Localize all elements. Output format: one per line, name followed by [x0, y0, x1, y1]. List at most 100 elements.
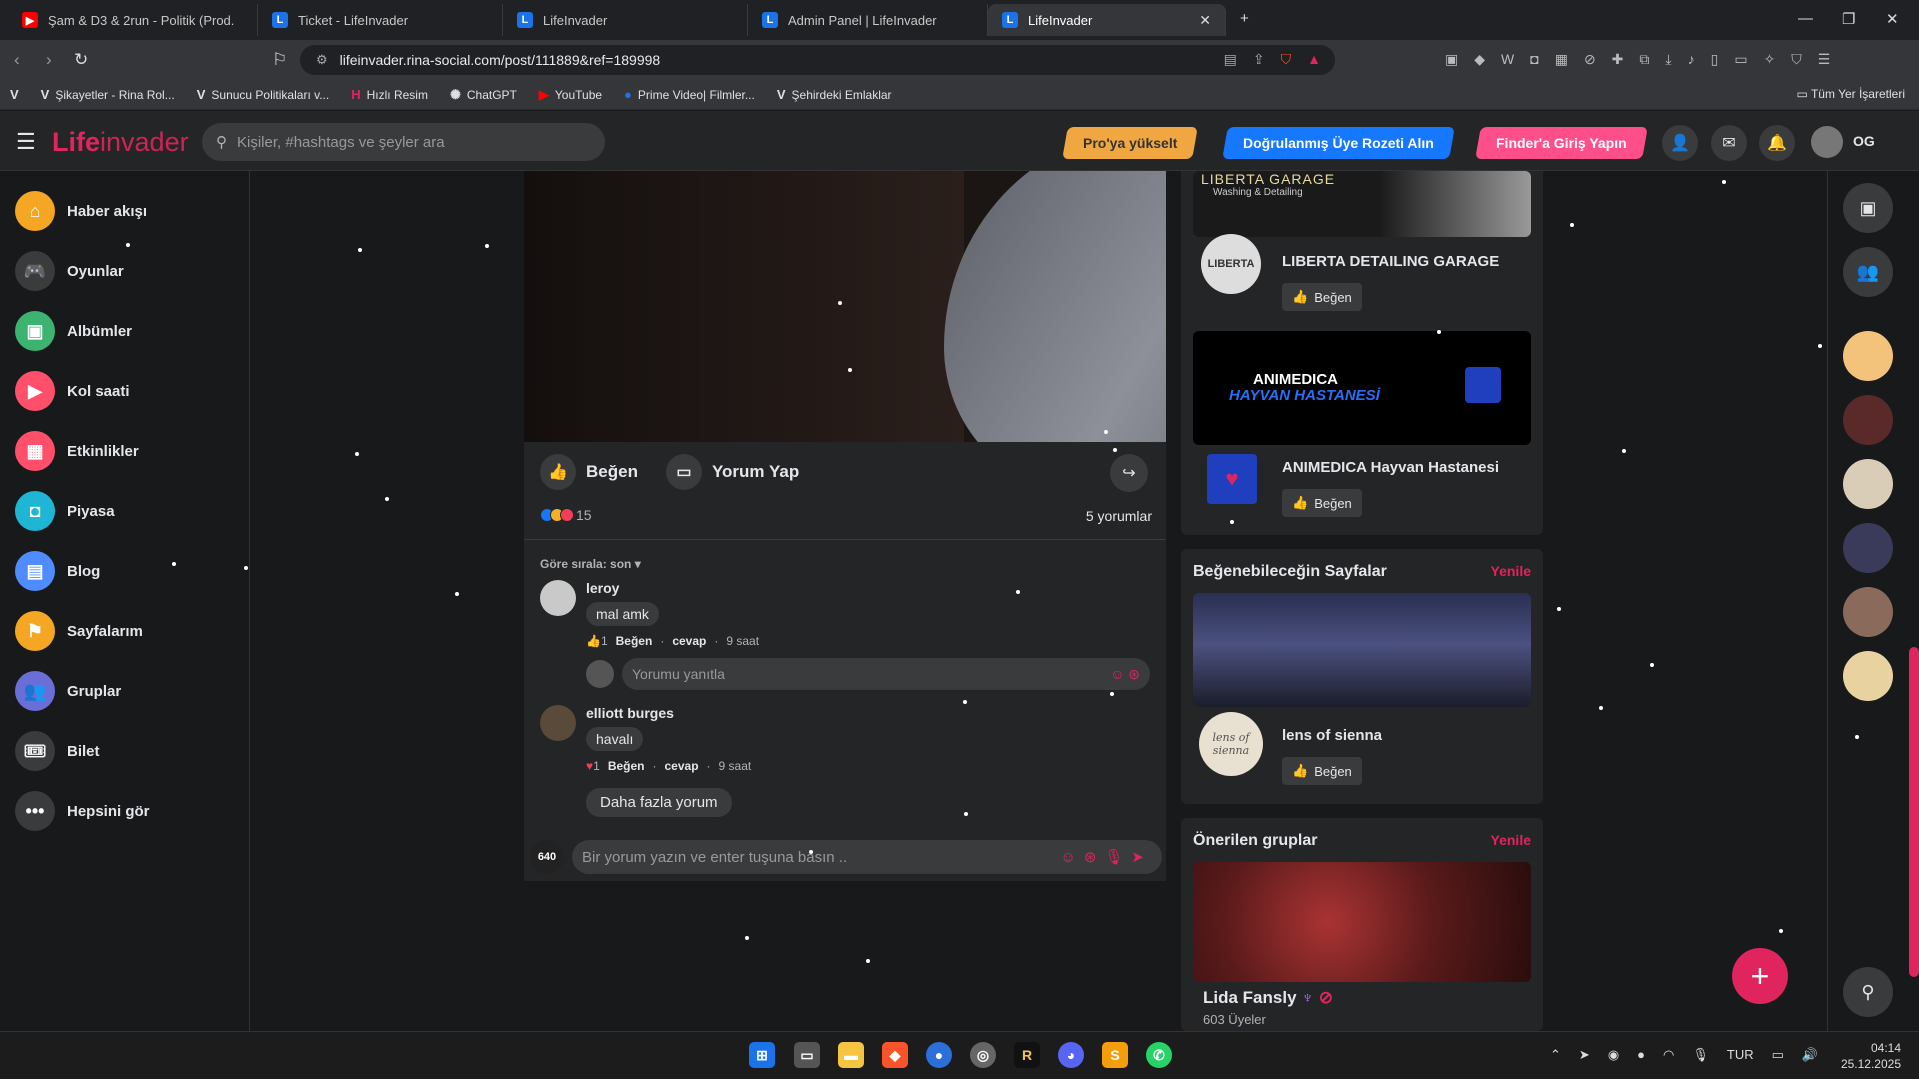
app-icon[interactable]: ●	[926, 1042, 952, 1068]
close-window-icon[interactable]: ✕	[1886, 10, 1899, 28]
browser-tab[interactable]: L LifeInvader	[503, 4, 748, 36]
sidebar-icon[interactable]: ▯	[1711, 51, 1719, 68]
extension-icon[interactable]: ◘	[1530, 51, 1538, 68]
avatar[interactable]	[1843, 651, 1893, 701]
avatar[interactable]	[1843, 395, 1893, 445]
bookmark-item[interactable]: V Sunucu Politikaları v...	[197, 87, 330, 102]
bookmark-icon[interactable]: ⚐	[272, 50, 287, 70]
app-tray-icon[interactable]: ●	[1637, 1047, 1645, 1063]
reader-icon[interactable]: ▤	[1224, 51, 1237, 68]
chevron-up-icon[interactable]: ⌃	[1550, 1047, 1561, 1063]
task-view-icon[interactable]: ▭	[794, 1042, 820, 1068]
sidebar-item-albums[interactable]: ▣ Albümler	[15, 311, 132, 351]
extension-icon[interactable]: ▦	[1555, 51, 1568, 68]
sidebar-item-blog[interactable]: ▤ Blog	[15, 551, 100, 591]
page-name[interactable]: LIBERTA DETAILING GARAGE	[1282, 253, 1499, 270]
comment-author[interactable]: elliott burges	[586, 705, 751, 721]
reload-icon[interactable]: ↻	[74, 50, 88, 70]
verified-badge-button[interactable]: Doğrulanmış Üye Rozeti Alın	[1222, 127, 1455, 159]
sidebar-item-see-all[interactable]: ••• Hepsini gör	[15, 791, 150, 831]
sort-dropdown[interactable]: Göre sırala: son ▾	[540, 557, 641, 571]
user-initials[interactable]: OG	[1853, 133, 1875, 149]
site-settings-icon[interactable]: ⚙	[316, 52, 328, 68]
all-bookmarks[interactable]: ▭ Tüm Yer İşaretleri	[1796, 87, 1905, 101]
reply-input[interactable]: Yorumu yanıtla ☺ ⊛	[622, 658, 1150, 690]
brave-shield-icon[interactable]: ⛉	[1281, 51, 1292, 68]
download-icon[interactable]: ⤓	[1665, 51, 1671, 68]
sidebar-item-watch[interactable]: ▶ Kol saati	[15, 371, 130, 411]
telegram-icon[interactable]: ➤	[1579, 1047, 1590, 1063]
page-banner[interactable]: ANIMEDICA HAYVAN HASTANESİ	[1193, 331, 1531, 445]
refresh-button[interactable]: Yenile	[1491, 832, 1531, 848]
whatsapp-icon[interactable]: ✆	[1146, 1042, 1172, 1068]
new-tab-icon[interactable]: +	[1240, 10, 1249, 27]
comment-like-button[interactable]: Beğen	[608, 759, 645, 773]
hamburger-menu-icon[interactable]: ☰	[16, 129, 36, 155]
reaction-summary[interactable]: 15	[540, 507, 592, 523]
finder-login-button[interactable]: Finder'a Giriş Yapın	[1475, 127, 1648, 159]
refresh-button[interactable]: Yenile	[1491, 563, 1531, 579]
scrollbar-thumb[interactable]	[1909, 647, 1919, 977]
forward-icon[interactable]: ›	[46, 50, 52, 70]
sidebar-item-my-pages[interactable]: ⚑ Sayfalarım	[15, 611, 143, 651]
bookmark-item[interactable]: V Şikayetler - Rina Rol...	[41, 87, 175, 102]
sidebar-item-games[interactable]: 🎮 Oyunlar	[15, 251, 124, 291]
messages-icon[interactable]: ✉	[1711, 125, 1747, 161]
find-user-icon[interactable]: ⚲	[1843, 967, 1893, 1017]
page-name[interactable]: ANIMEDICA Hayvan Hastanesi	[1282, 459, 1499, 476]
page-logo[interactable]: lens of sienna	[1199, 712, 1263, 776]
page-banner[interactable]: LIBERTA GARAGE Washing & Detailing	[1193, 171, 1531, 237]
brave-rewards-icon[interactable]: ▲	[1307, 51, 1321, 68]
sidebar-item-events[interactable]: ▦ Etkinlikler	[15, 431, 139, 471]
like-button[interactable]: 👍 Beğen	[540, 454, 638, 490]
share-icon[interactable]: ⇪	[1253, 51, 1265, 68]
screenshot-icon[interactable]: ⧉	[1639, 51, 1649, 68]
comment-author[interactable]: leroy	[586, 580, 759, 596]
chrome-icon[interactable]: ◎	[970, 1042, 996, 1068]
avatar[interactable]	[1843, 331, 1893, 381]
vpn-icon[interactable]: ⛉	[1791, 51, 1802, 68]
sidebar-item-market[interactable]: ◘ Piyasa	[15, 491, 115, 531]
back-icon[interactable]: ‹	[14, 50, 20, 70]
like-page-button[interactable]: 👍 Beğen	[1282, 757, 1362, 785]
puzzle-icon[interactable]: ✚	[1612, 51, 1624, 68]
file-explorer-icon[interactable]: ▬	[838, 1042, 864, 1068]
avatar[interactable]	[540, 705, 576, 741]
microphone-icon[interactable]: 🎙	[1692, 1047, 1709, 1063]
comment-input[interactable]: Bir yorum yazın ve enter tuşuna basın ..…	[572, 840, 1162, 874]
extension-icon[interactable]: ⊘	[1584, 51, 1596, 68]
extension-icon[interactable]: ▣	[1445, 51, 1458, 68]
lifeinvader-logo[interactable]: Lifeinvader	[52, 127, 189, 158]
clock[interactable]: 04:14 25.12.2025	[1841, 1040, 1901, 1072]
bookmark-item[interactable]: ● Prime Video| Filmler...	[624, 87, 755, 102]
leo-icon[interactable]: ✧	[1764, 51, 1776, 68]
post-image[interactable]	[524, 171, 1166, 442]
v-logo-icon[interactable]: V	[10, 87, 19, 102]
animal-logo-icon[interactable]: ♥	[1207, 454, 1257, 504]
more-comments-button[interactable]: Daha fazla yorum	[586, 788, 732, 817]
comment-button[interactable]: ▭ Yorum Yap	[665, 454, 799, 490]
page-logo[interactable]: LIBERTA	[1201, 234, 1261, 294]
page-banner[interactable]	[1193, 593, 1531, 707]
wallet-icon[interactable]: ▭	[1734, 51, 1747, 68]
sublime-icon[interactable]: S	[1102, 1042, 1128, 1068]
share-icon[interactable]: ↪	[1110, 454, 1148, 492]
sidebar-item-news-feed[interactable]: ⌂ Haber akışı	[15, 191, 147, 231]
url-field[interactable]: ⚙ lifeinvader.rina-social.com/post/11188…	[300, 45, 1335, 75]
close-icon[interactable]: ✕	[1199, 12, 1211, 29]
windows-start-icon[interactable]: ⊞	[749, 1042, 775, 1068]
composer-tools-icon[interactable]: ☺⊛🎙➤	[1061, 848, 1153, 866]
restore-icon[interactable]: ❐	[1842, 10, 1855, 28]
bookmark-item[interactable]: ▶ YouTube	[539, 87, 602, 103]
discord-icon[interactable]: ◕	[1058, 1042, 1084, 1068]
brave-browser-icon[interactable]: ◆	[882, 1042, 908, 1068]
minimize-icon[interactable]: —	[1798, 10, 1813, 27]
comment-count[interactable]: 5 yorumlar	[1086, 508, 1152, 524]
headset-icon[interactable]: ◠	[1663, 1047, 1674, 1063]
group-banner[interactable]	[1193, 862, 1531, 982]
page-name[interactable]: lens of sienna	[1282, 727, 1382, 744]
bookmark-item[interactable]: ✺ ChatGPT	[450, 87, 517, 103]
extension-icon[interactable]: W	[1501, 51, 1514, 68]
steam-icon[interactable]: ◉	[1608, 1047, 1619, 1063]
comment-reply-button[interactable]: cevap	[665, 759, 699, 773]
